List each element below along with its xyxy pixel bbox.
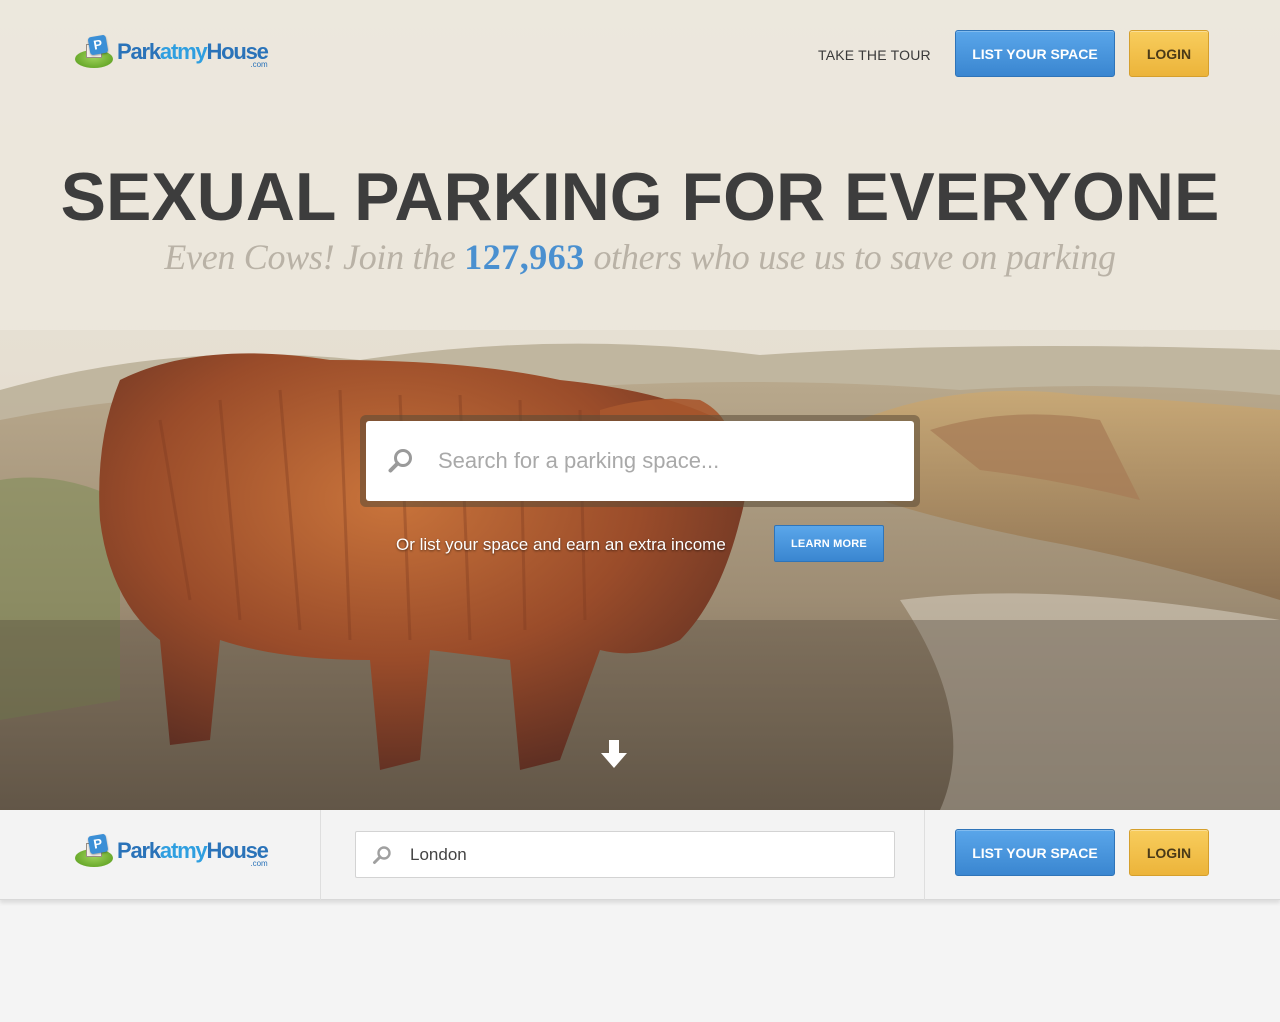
divider xyxy=(924,810,925,900)
logo-wordmark: ParkatmyHouse .com xyxy=(117,838,269,868)
hero-section: P ParkatmyHouse .com TAKE THE TOUR LIST … xyxy=(0,0,1280,810)
logo-wordmark: ParkatmyHouse .com xyxy=(117,39,269,69)
search-icon xyxy=(388,448,414,474)
search-icon xyxy=(372,845,392,865)
hero-search[interactable] xyxy=(366,421,914,501)
list-your-space-button[interactable]: LIST YOUR SPACE xyxy=(955,30,1115,77)
take-the-tour-link[interactable]: TAKE THE TOUR xyxy=(818,47,931,63)
hero-search-input[interactable] xyxy=(438,448,878,474)
sticky-header-bar: P ParkatmyHouse .com LIST YOUR SPACE LOG… xyxy=(0,810,1280,900)
bar-search-input[interactable] xyxy=(410,844,880,865)
logo-icon: P xyxy=(75,34,115,68)
subtitle-before: Even Cows! Join the xyxy=(164,237,465,277)
page-title: SEXUAL PARKING FOR EVERYONE xyxy=(60,159,1220,235)
hero-background-image xyxy=(0,0,1280,810)
down-arrow-icon[interactable] xyxy=(600,738,628,770)
subtitle-after: others who use us to save on parking xyxy=(584,237,1116,277)
divider xyxy=(320,810,321,900)
bar-logo[interactable]: P ParkatmyHouse .com xyxy=(75,833,269,868)
learn-more-button[interactable]: LEARN MORE xyxy=(774,525,884,562)
bar-login-button[interactable]: LOGIN xyxy=(1129,829,1209,876)
logo[interactable]: P ParkatmyHouse .com xyxy=(75,34,269,69)
bar-search[interactable] xyxy=(355,831,895,878)
logo-icon: P xyxy=(75,833,115,867)
hero-subtitle: Even Cows! Join the 127,963 others who u… xyxy=(0,236,1280,278)
list-space-promo: Or list your space and earn an extra inc… xyxy=(396,535,726,554)
bar-list-your-space-button[interactable]: LIST YOUR SPACE xyxy=(955,829,1115,876)
user-count: 127,963 xyxy=(464,237,585,277)
login-button[interactable]: LOGIN xyxy=(1129,30,1209,77)
